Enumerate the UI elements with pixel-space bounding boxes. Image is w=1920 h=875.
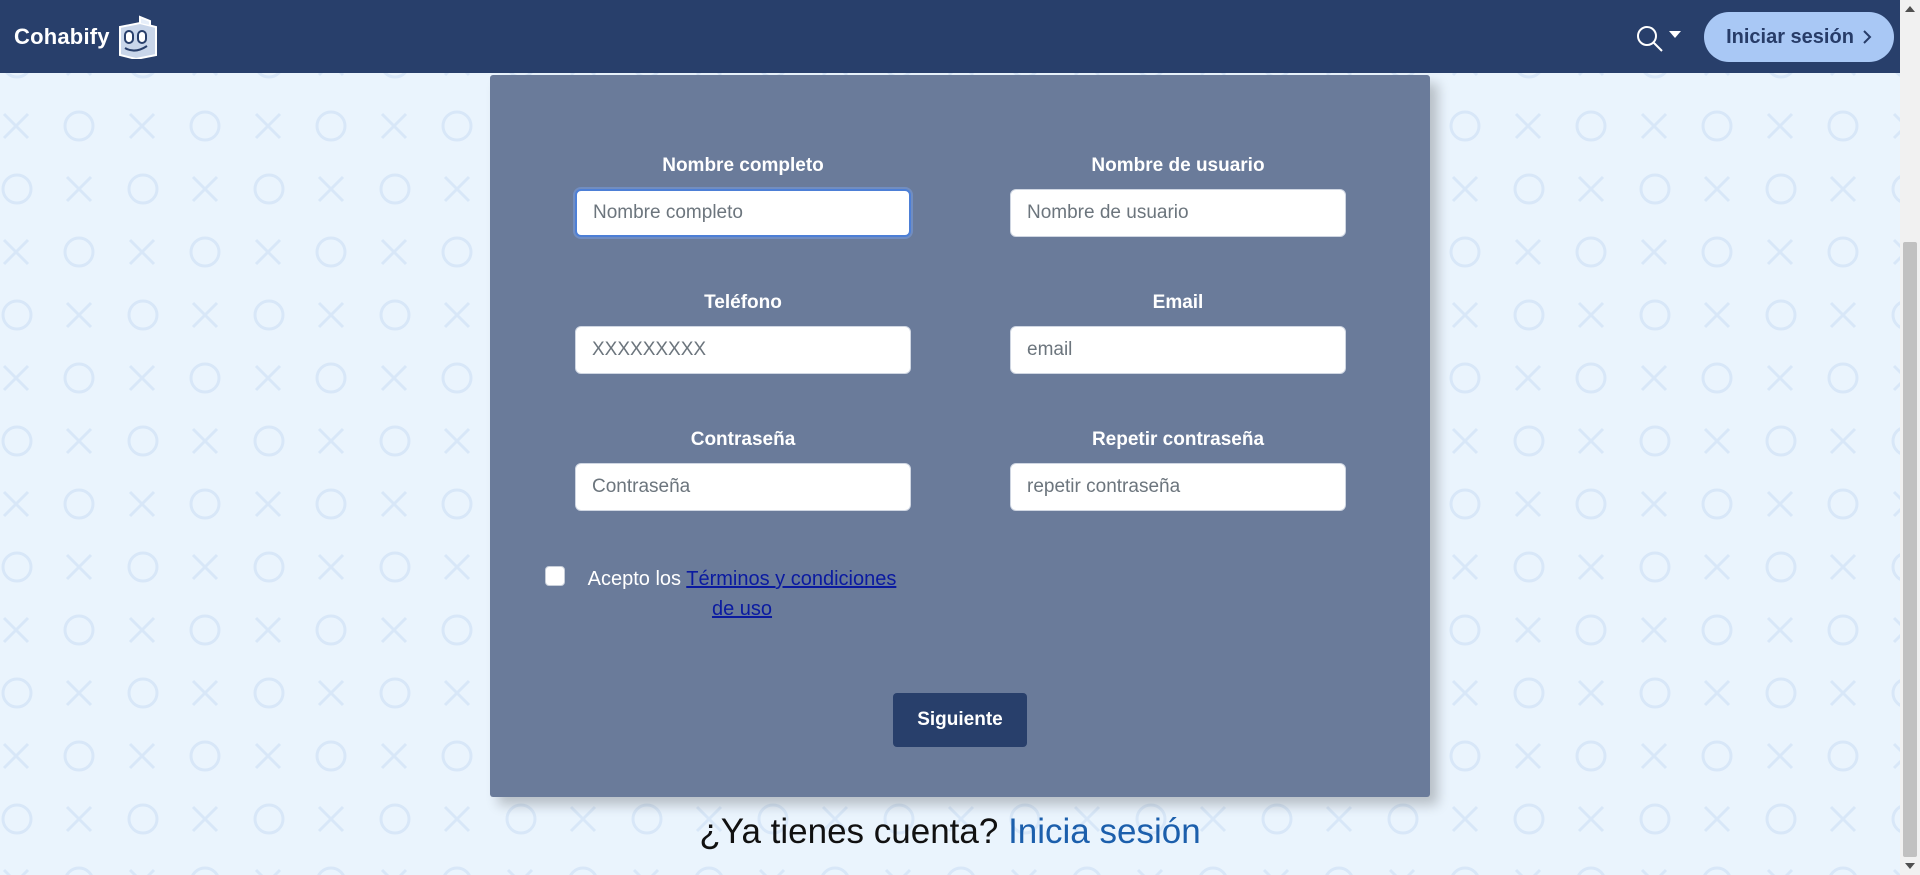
- terms-link[interactable]: Términos y condiciones de uso: [686, 568, 896, 620]
- repeat-password-input[interactable]: [1010, 463, 1346, 511]
- full-name-field: Nombre completo: [575, 153, 911, 237]
- password-input[interactable]: [575, 463, 911, 511]
- password-label: Contraseña: [690, 429, 796, 450]
- brand-name: Cohabify: [14, 24, 110, 49]
- login-prompt-link[interactable]: Inicia sesión: [1008, 812, 1201, 851]
- login-prompt-question: ¿Ya tienes cuenta?: [699, 812, 999, 851]
- terms-checkbox[interactable]: [545, 566, 565, 586]
- username-field: Nombre de usuario: [1010, 153, 1346, 237]
- vertical-scrollbar[interactable]: [1900, 0, 1920, 875]
- email-field: Email: [1010, 290, 1346, 374]
- signup-form-card: Nombre completo Nombre de usuario Teléfo…: [490, 75, 1430, 797]
- email-label: Email: [1152, 292, 1204, 313]
- full-name-label: Nombre completo: [662, 155, 824, 176]
- password-field: Contraseña: [575, 427, 911, 511]
- scroll-up-arrow-icon[interactable]: [1900, 0, 1920, 18]
- phone-field: Teléfono: [575, 290, 911, 374]
- terms-prefix: Acepto los: [587, 568, 682, 590]
- repeat-password-field: Repetir contraseña: [1010, 427, 1346, 511]
- chevron-right-icon: [1863, 30, 1872, 44]
- login-prompt: ¿Ya tienes cuenta? Inicia sesión: [0, 812, 1900, 852]
- email-input[interactable]: [1010, 326, 1346, 374]
- phone-input[interactable]: [575, 326, 911, 374]
- search-icon: [1637, 26, 1663, 52]
- username-label: Nombre de usuario: [1091, 155, 1265, 176]
- terms-text: Acepto los Términos y condiciones de uso: [577, 564, 907, 624]
- login-button-label: Iniciar sesión: [1726, 25, 1854, 48]
- next-button[interactable]: Siguiente: [893, 693, 1027, 747]
- username-input[interactable]: [1010, 189, 1346, 237]
- top-navbar: Cohabify Iniciar sesión: [0, 0, 1900, 73]
- scroll-down-arrow-icon[interactable]: [1900, 857, 1920, 875]
- brand[interactable]: Cohabify: [14, 15, 160, 59]
- caret-down-icon: [1669, 31, 1681, 38]
- smiling-box-logo-icon: [118, 15, 157, 59]
- login-button[interactable]: Iniciar sesión: [1704, 12, 1894, 62]
- phone-label: Teléfono: [704, 292, 782, 313]
- search-dropdown-button[interactable]: [1636, 22, 1682, 56]
- full-name-input[interactable]: [575, 189, 911, 237]
- scrollbar-thumb[interactable]: [1903, 242, 1917, 857]
- repeat-password-label: Repetir contraseña: [1091, 429, 1265, 450]
